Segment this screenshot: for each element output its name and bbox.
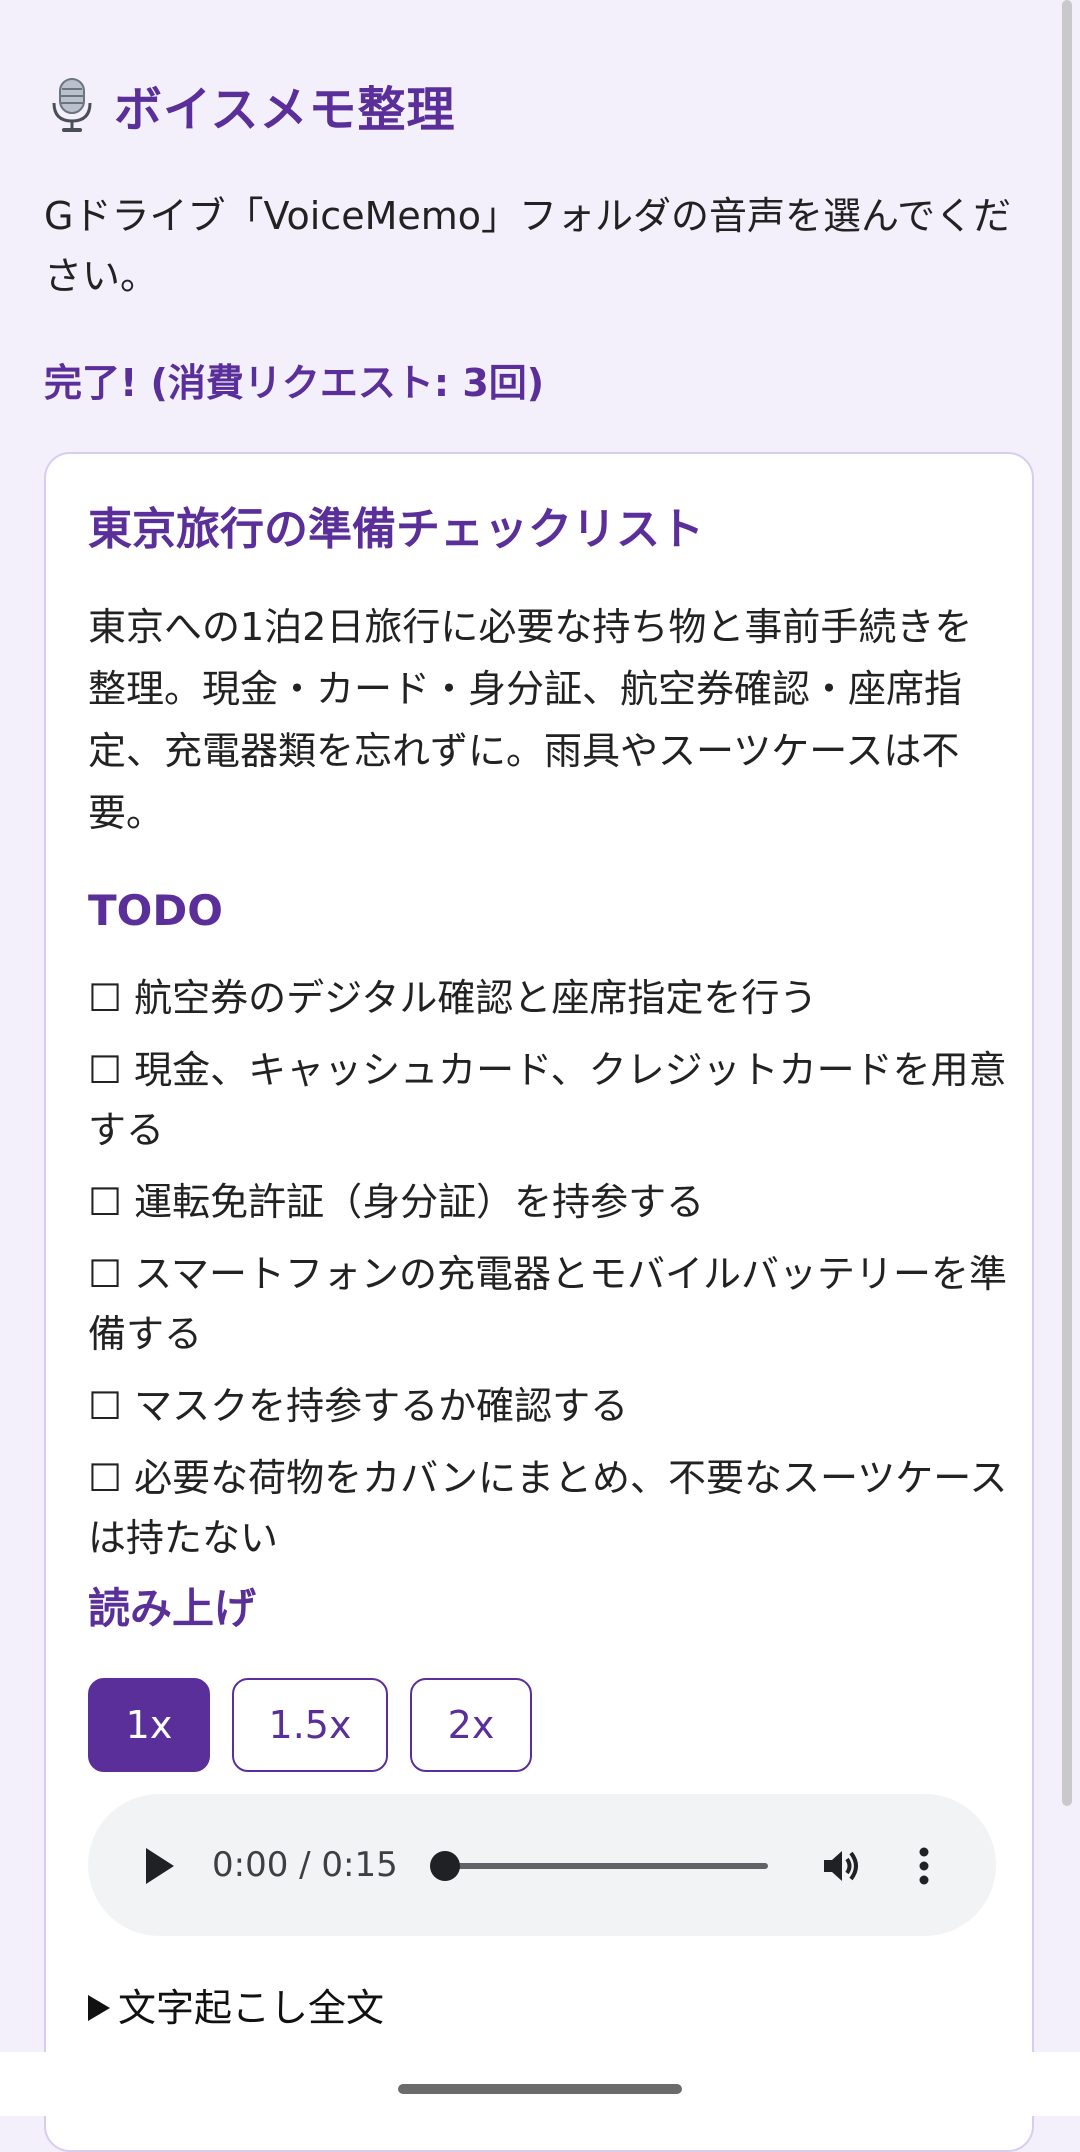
result-title: 東京旅行の準備チェックリスト bbox=[88, 504, 704, 555]
audio-player: 0:00 / 0:15 bbox=[88, 1794, 996, 1936]
todo-item: ☐ 必要な荷物をカバンにまとめ、不要なスーツケースは持たない bbox=[88, 1456, 1008, 1560]
todo-item: ☐ スマートフォンの充電器とモバイルバッテリーを準備する bbox=[88, 1252, 1008, 1356]
scrollbar[interactable] bbox=[1062, 0, 1072, 1806]
playback-time: 0:00 / 0:15 bbox=[212, 1845, 398, 1885]
header: ボイスメモ整理 bbox=[44, 70, 456, 140]
system-navigation-bar bbox=[0, 2052, 1080, 2116]
speed-2x-button[interactable]: 2x bbox=[410, 1678, 532, 1772]
play-icon[interactable] bbox=[140, 1844, 180, 1888]
home-gesture-handle[interactable] bbox=[398, 2084, 682, 2094]
readout-heading: 読み上げ bbox=[88, 1584, 257, 1633]
summary-text: 東京への1泊2日旅行に必要な持ち物と事前手続きを整理。現金・カード・身分証、航空… bbox=[88, 605, 973, 835]
todo-item: ☐ 航空券のデジタル確認と座席指定を行う bbox=[88, 976, 818, 1020]
transcript-label: 文字起こし全文 bbox=[118, 1986, 385, 2030]
disclosure-triangle-icon bbox=[88, 1995, 110, 2021]
speed-1x-button[interactable]: 1x bbox=[88, 1678, 210, 1772]
status-message: 完了! (消費リクエスト: 3回) bbox=[44, 361, 545, 405]
seek-thumb[interactable] bbox=[430, 1851, 460, 1881]
todo-item: ☐ 現金、キャッシュカード、クレジットカードを用意する bbox=[88, 1048, 1007, 1152]
todo-heading: TODO bbox=[88, 886, 223, 935]
speed-1-5x-button[interactable]: 1.5x bbox=[232, 1678, 388, 1772]
speed-selector: 1x 1.5x 2x bbox=[88, 1678, 1008, 1772]
more-options-icon[interactable] bbox=[914, 1842, 934, 1890]
todo-item: ☐ 運転免許証（身分証）を持参する bbox=[88, 1180, 705, 1224]
result-card: 東京旅行の準備チェックリスト 東京への1泊2日旅行に必要な持ち物と事前手続きを整… bbox=[44, 452, 1034, 2152]
transcript-toggle[interactable]: 文字起こし全文 bbox=[88, 1980, 1008, 2036]
page: ボイスメモ整理 Gドライブ「VoiceMemo」フォルダの音声を選んでください。… bbox=[0, 0, 1080, 2152]
intro-text: Gドライブ「VoiceMemo」フォルダの音声を選んでください。 bbox=[44, 194, 1012, 298]
result-card-content: 東京旅行の準備チェックリスト 東京への1泊2日旅行に必要な持ち物と事前手続きを整… bbox=[88, 500, 1008, 2036]
todo-list: ☐ 航空券のデジタル確認と座席指定を行う ☐ 現金、キャッシュカード、クレジット… bbox=[88, 968, 1008, 1568]
seek-bar[interactable] bbox=[444, 1863, 768, 1869]
app-title: ボイスメモ整理 bbox=[114, 82, 456, 138]
todo-item: ☐ マスクを持参するか確認する bbox=[88, 1384, 629, 1428]
microphone-icon bbox=[44, 77, 100, 133]
volume-icon[interactable] bbox=[818, 1842, 866, 1890]
